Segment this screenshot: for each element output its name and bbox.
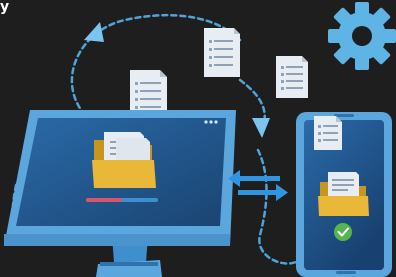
arrowhead-icon bbox=[84, 22, 104, 42]
gear-icon bbox=[328, 2, 396, 70]
transfer-arrows-icon bbox=[228, 170, 288, 201]
folder-icon bbox=[92, 132, 156, 188]
illustration: y bbox=[0, 0, 396, 277]
progress-fill bbox=[86, 198, 122, 202]
transfer-progress-bar bbox=[86, 198, 158, 202]
file-sync-illustration bbox=[4, 2, 396, 277]
check-icon bbox=[334, 223, 352, 241]
arrowhead-icon bbox=[252, 118, 270, 138]
edge-text: y bbox=[0, 0, 10, 15]
document-icon bbox=[276, 56, 308, 98]
document-icon bbox=[314, 116, 342, 150]
document-icon bbox=[204, 28, 240, 77]
